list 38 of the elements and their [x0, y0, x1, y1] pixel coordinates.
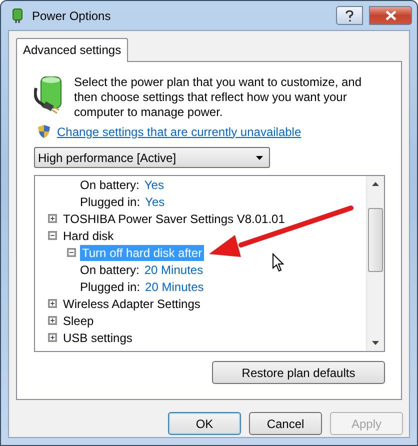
tree-item[interactable]: Hard disk	[61, 228, 116, 244]
collapse-icon[interactable]	[48, 231, 57, 240]
plan-dropdown[interactable]: High performance [Active]	[34, 147, 270, 168]
setting-value[interactable]: 20 Minutes	[144, 262, 204, 276]
collapse-icon[interactable]	[67, 248, 76, 257]
expand-icon[interactable]	[48, 333, 57, 342]
dialog-button[interactable]: OK	[168, 412, 241, 435]
scrollbar[interactable]	[366, 176, 384, 351]
intro-text: Select the power plan that you want to customize, and then choose settings that reflect how you want your computer to manage power.	[74, 75, 363, 120]
help-button[interactable]	[336, 6, 363, 25]
dialog-button[interactable]: Cancel	[249, 412, 322, 435]
restore-defaults-button[interactable]: Restore plan defaults	[212, 361, 385, 384]
window-title: Power Options	[32, 8, 112, 22]
setting-label: Plugged in:	[80, 280, 140, 294]
setting-label: On battery:	[80, 262, 140, 276]
setting-label: On battery:	[80, 178, 140, 192]
tree-item[interactable]: Sleep	[61, 312, 96, 328]
scroll-down-icon[interactable]	[372, 341, 379, 345]
expand-icon[interactable]	[48, 299, 57, 308]
close-button[interactable]	[369, 6, 412, 25]
change-settings-link[interactable]: Change settings that are currently unavailable	[57, 124, 302, 138]
scroll-up-icon[interactable]	[372, 182, 379, 186]
tree-item[interactable]: USB settings	[61, 330, 134, 346]
expand-icon[interactable]	[48, 316, 57, 325]
setting-value[interactable]: Yes	[144, 178, 164, 192]
expand-icon[interactable]	[48, 214, 57, 223]
close-icon	[384, 10, 396, 21]
setting-label: Plugged in:	[80, 194, 140, 208]
cursor-icon	[272, 253, 284, 272]
setting-value[interactable]: Yes	[145, 194, 165, 208]
tree-item[interactable]: TOSHIBA Power Saver Settings V8.01.01	[61, 210, 287, 226]
scrollbar-thumb[interactable]	[368, 208, 383, 272]
setting-value[interactable]: 20 Minutes	[145, 280, 204, 294]
tree-item[interactable]: Wireless Adapter Settings	[61, 296, 202, 312]
tab[interactable]: Advanced settings	[16, 38, 128, 62]
help-icon	[345, 10, 354, 22]
shield-icon	[37, 124, 51, 139]
dropdown-arrow-icon	[256, 156, 263, 160]
